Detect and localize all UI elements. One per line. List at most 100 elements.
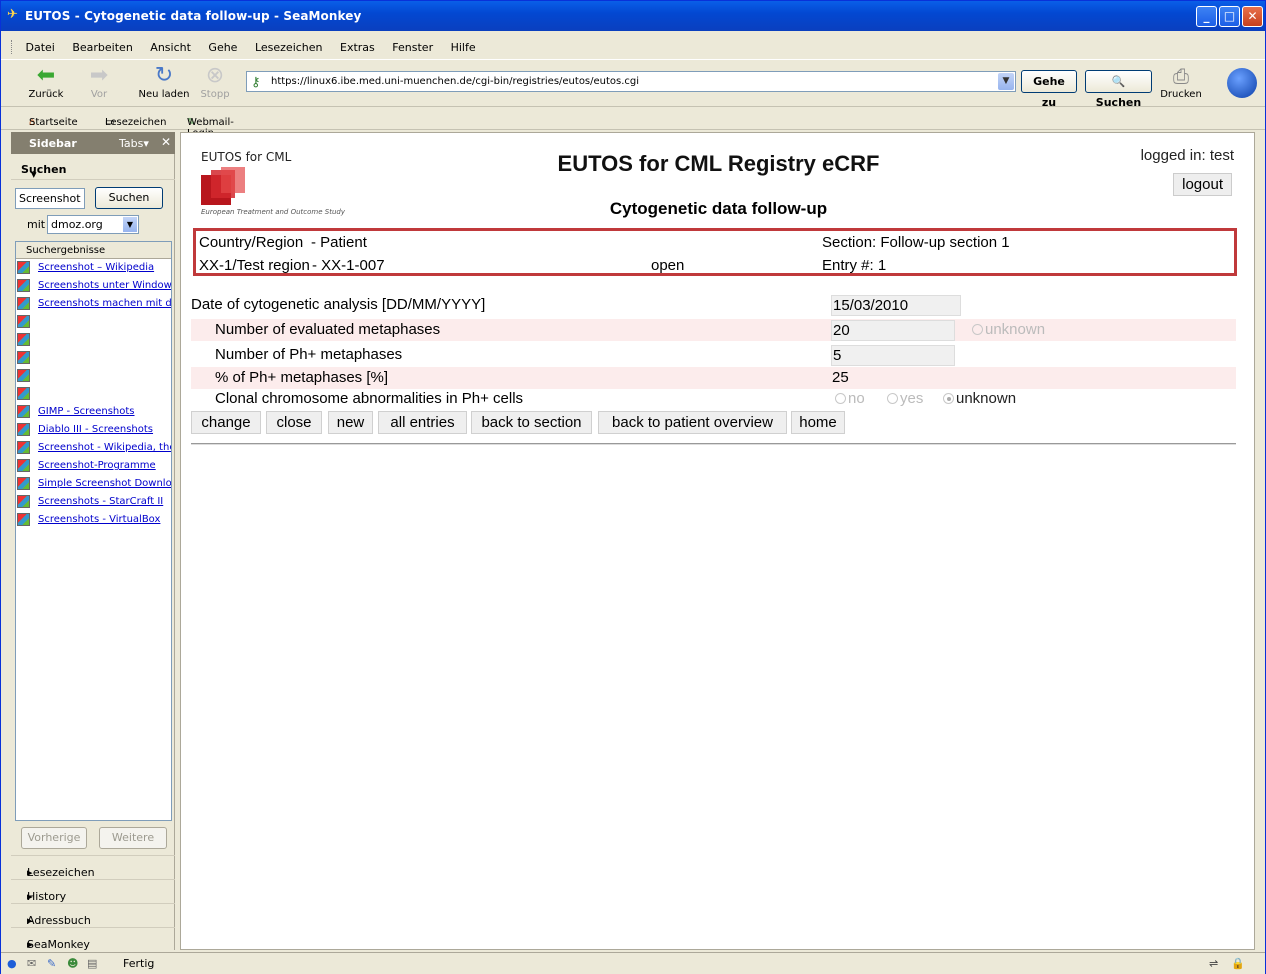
- date-field[interactable]: 15/03/2010: [831, 295, 961, 316]
- result-item[interactable]: [16, 349, 171, 367]
- result-site-icon: [17, 369, 30, 382]
- entry-status: open: [651, 257, 685, 274]
- entry-number: Entry #: 1: [822, 257, 887, 274]
- chat-icon[interactable]: ☻: [67, 957, 78, 970]
- evaluated-unknown-radio[interactable]: unknown: [972, 319, 1045, 341]
- navigation-toolbar: ⬅ Zurück ➡ Vor ↻ Neu laden ⊗ Stopp ⚷ htt…: [1, 59, 1265, 109]
- stop-button[interactable]: ⊗ Stopp: [197, 63, 233, 100]
- go-button[interactable]: Gehe zu: [1021, 70, 1077, 109]
- status-bar: ● ✉ ✎ ☻ ▤ Fertig ⇌ 🔒: [1, 952, 1265, 974]
- addressbook-icon[interactable]: ▤: [87, 957, 97, 970]
- home-button[interactable]: home: [791, 411, 845, 434]
- result-item[interactable]: [16, 385, 171, 403]
- result-item[interactable]: Screenshots machen mit der: [16, 295, 171, 313]
- sidebar-search-input[interactable]: Screenshot: [15, 188, 85, 209]
- reload-button[interactable]: ↻ Neu laden: [137, 63, 191, 100]
- page-subtitle: Cytogenetic data follow-up: [609, 199, 828, 218]
- sidebar-close-icon[interactable]: ✕: [161, 135, 171, 149]
- result-site-icon: [17, 315, 30, 328]
- mail-icon[interactable]: ✉: [27, 957, 36, 970]
- result-item[interactable]: Screenshots - VirtualBox: [16, 511, 171, 529]
- clonal-no-radio[interactable]: no: [835, 388, 865, 410]
- patient-info-box: Country/Region - Patient Section: Follow…: [193, 228, 1237, 276]
- radio-selected-icon: [943, 393, 954, 404]
- new-entry-button[interactable]: new: [328, 411, 373, 434]
- online-status-icon[interactable]: ⇌: [1209, 957, 1218, 970]
- result-site-icon: [17, 351, 30, 364]
- clonal-abnormalities-row: Clonal chromosome abnormalities in Ph+ c…: [191, 388, 1236, 410]
- evaluated-field[interactable]: 20: [831, 320, 955, 341]
- change-button[interactable]: change: [191, 411, 261, 434]
- print-button[interactable]: ⎙ Drucken: [1158, 63, 1204, 100]
- divider: [191, 443, 1236, 445]
- composer-icon[interactable]: ✎: [47, 957, 56, 970]
- result-item[interactable]: [16, 331, 171, 349]
- ph-field[interactable]: 5: [831, 345, 955, 366]
- result-item[interactable]: Diablo III - Screenshots: [16, 421, 171, 439]
- ph-percent-label: % of Ph+ metaphases [%]: [215, 369, 389, 386]
- back-to-patient-overview-button[interactable]: back to patient overview: [598, 411, 787, 434]
- browser-window: ✈ EUTOS - Cytogenetic data follow-up - S…: [0, 0, 1266, 974]
- sidebar-fold-addressbook[interactable]: ▸ Adressbuch: [11, 903, 175, 927]
- search-button[interactable]: 🔍Suchen: [1085, 70, 1152, 109]
- menu-ansicht[interactable]: Ansicht: [150, 38, 191, 57]
- result-site-icon: [17, 261, 30, 274]
- security-lock-icon: 🔒: [1231, 957, 1245, 970]
- menu-bearbeiten[interactable]: Bearbeiten: [72, 38, 132, 57]
- toolbar-grip[interactable]: [11, 40, 14, 54]
- url-bar[interactable]: ⚷ https://linux6.ibe.med.uni-muenchen.de…: [246, 71, 1016, 92]
- patient-id: - XX-1-007: [312, 257, 385, 274]
- sidebar-tabs-button[interactable]: Tabs▾: [119, 137, 149, 150]
- menu-fenster[interactable]: Fenster: [392, 38, 433, 57]
- result-item[interactable]: Screenshot – Wikipedia: [16, 259, 171, 277]
- menu-lesezeichen[interactable]: Lesezeichen: [255, 38, 323, 57]
- result-item[interactable]: [16, 367, 171, 385]
- menu-extras[interactable]: Extras: [340, 38, 375, 57]
- reload-icon: ↻: [154, 63, 174, 88]
- search-engine-select[interactable]: dmoz.org ▼: [47, 215, 139, 234]
- result-site-icon: [17, 513, 30, 526]
- more-results-button[interactable]: Weitere: [99, 827, 167, 849]
- result-item[interactable]: Screenshots unter Windows: [16, 277, 171, 295]
- forward-button[interactable]: ➡ Vor: [79, 63, 119, 100]
- url-dropdown-icon[interactable]: ▼: [998, 73, 1014, 90]
- minimize-button[interactable]: _: [1196, 6, 1217, 27]
- sidebar-fold-seamonkey[interactable]: ▸ SeaMonkey deutsch: [11, 927, 175, 964]
- chevron-down-icon: ▼: [123, 217, 137, 232]
- close-button[interactable]: ✕: [1242, 6, 1263, 27]
- page-title: EUTOS for CML Registry eCRF: [557, 151, 880, 176]
- result-item[interactable]: GIMP - Screenshots: [16, 403, 171, 421]
- sidebar-fold-bookmarks[interactable]: ▸ Lesezeichen: [11, 855, 175, 879]
- menu-hilfe[interactable]: Hilfe: [451, 38, 476, 57]
- previous-results-button[interactable]: Vorherige: [21, 827, 87, 849]
- menu-datei[interactable]: Datei: [26, 38, 55, 57]
- result-item[interactable]: Simple Screenshot Download: [16, 475, 171, 493]
- menu-gehe[interactable]: Gehe: [208, 38, 237, 57]
- close-entry-button[interactable]: close: [266, 411, 322, 434]
- clonal-yes-radio[interactable]: yes: [887, 388, 923, 410]
- date-label: Date of cytogenetic analysis [DD/MM/YYYY…: [191, 296, 486, 313]
- seamonkey-throbber-icon[interactable]: [1227, 68, 1257, 98]
- result-item[interactable]: Screenshot - Wikipedia, the: [16, 439, 171, 457]
- maximize-button[interactable]: □: [1219, 6, 1240, 27]
- back-to-section-button[interactable]: back to section: [471, 411, 592, 434]
- logout-button[interactable]: logout: [1173, 173, 1232, 196]
- result-item[interactable]: Screenshots - StarCraft II: [16, 493, 171, 511]
- clonal-label: Clonal chromosome abnormalities in Ph+ c…: [215, 390, 524, 407]
- clonal-unknown-radio[interactable]: unknown: [943, 388, 1016, 410]
- title-bar: ✈ EUTOS - Cytogenetic data follow-up - S…: [1, 1, 1265, 31]
- sidebar-search-button[interactable]: Suchen: [95, 187, 163, 209]
- all-entries-button[interactable]: all entries: [378, 411, 467, 434]
- result-item[interactable]: [16, 313, 171, 331]
- result-item[interactable]: Screenshot-Programme: [16, 457, 171, 475]
- bookmarks-toolbar: ⌂ Startseite ▭Lesezeichen ✎ Webmail-Logi…: [1, 109, 1265, 150]
- result-site-icon: [17, 297, 30, 310]
- sidebar-fold-history[interactable]: ▸ History: [11, 879, 175, 903]
- printer-icon: ⎙: [1173, 64, 1189, 88]
- back-button[interactable]: ⬅ Zurück: [23, 63, 69, 100]
- result-site-icon: [17, 495, 30, 508]
- region-value: XX-1/Test region: [199, 257, 310, 274]
- browser-icon[interactable]: ●: [7, 957, 17, 970]
- section-label: Section: Follow-up section 1: [822, 234, 1010, 251]
- sidebar-section-search[interactable]: ▾ Suchen: [11, 158, 175, 181]
